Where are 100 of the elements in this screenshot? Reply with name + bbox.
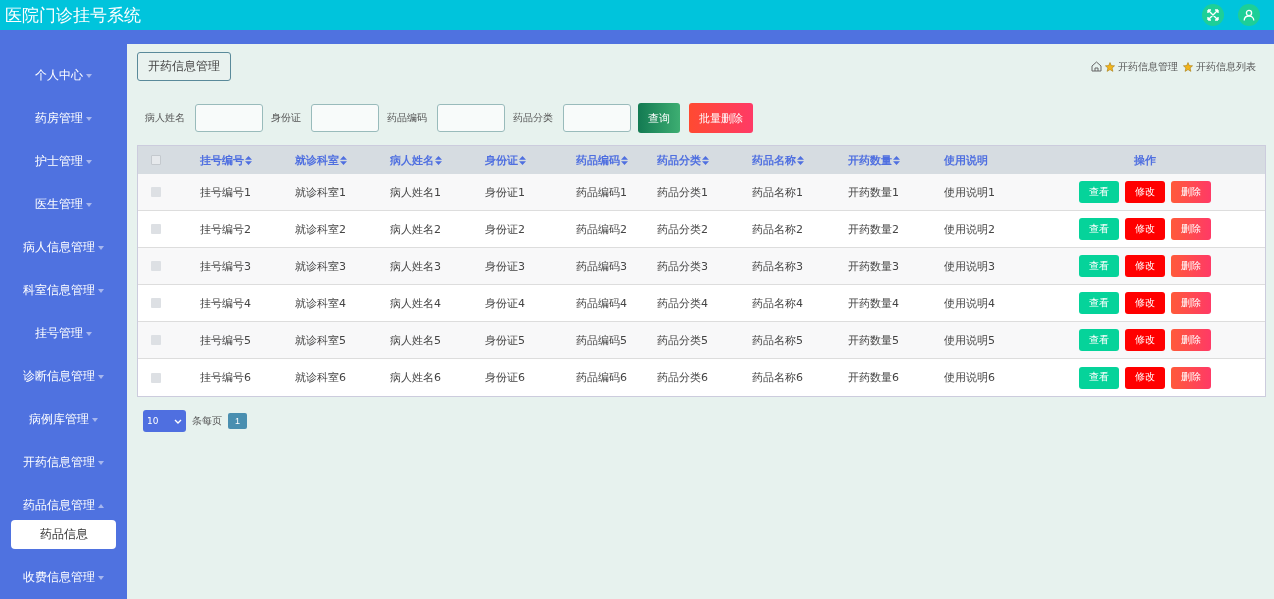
sidebar-item[interactable]: 诊断信息管理 <box>0 355 127 398</box>
input-field[interactable] <box>195 104 263 132</box>
sidebar-item[interactable]: 挂号管理 <box>0 312 127 355</box>
checkbox[interactable] <box>151 224 161 234</box>
sidebar-item[interactable]: 药房管理 <box>0 97 127 140</box>
column-header[interactable]: 开药数量 <box>848 152 892 168</box>
sort-icon[interactable] <box>797 155 804 165</box>
table-cell: 药品分类3 <box>657 258 708 274</box>
sidebar-item[interactable]: 个人中心 <box>0 54 127 97</box>
sidebar-item[interactable]: 科室信息管理 <box>0 269 127 312</box>
sidebar-item[interactable]: 开药信息管理 <box>0 441 127 484</box>
breadcrumb-link[interactable]: 开药信息列表 <box>1196 59 1256 74</box>
table-cell: 就诊科室2 <box>295 221 346 237</box>
home-icon[interactable] <box>1091 61 1102 72</box>
table-cell: 药品编码3 <box>576 258 627 274</box>
table-cell: 开药数量6 <box>848 370 899 385</box>
submenu-item[interactable]: 药品信息 <box>11 520 116 549</box>
sort-icon[interactable] <box>893 155 900 165</box>
column-header[interactable]: 病人姓名 <box>390 152 434 168</box>
sort-icon[interactable] <box>245 155 252 165</box>
input-field[interactable] <box>311 104 379 132</box>
field-label: 病人姓名 <box>145 111 185 125</box>
edit-button[interactable]: 修改 <box>1124 255 1165 277</box>
table-cell: 就诊科室3 <box>295 258 346 274</box>
column-header[interactable]: 身份证 <box>485 152 518 168</box>
sidebar-item[interactable]: 医生管理 <box>0 183 127 226</box>
table-cell: 病人姓名6 <box>390 370 441 385</box>
caret-icon <box>98 288 104 293</box>
sidebar-item[interactable]: 收费信息管理 <box>0 556 127 599</box>
table-cell: 使用说明5 <box>944 332 995 348</box>
column-header[interactable]: 药品名称 <box>752 152 796 168</box>
table-cell: 药品编码6 <box>576 370 627 385</box>
edit-button[interactable]: 修改 <box>1124 218 1165 240</box>
table-cell: 身份证1 <box>485 184 525 200</box>
page-size-select[interactable]: 10 <box>143 410 186 432</box>
user-icon[interactable] <box>1238 4 1260 26</box>
sort-icon[interactable] <box>519 155 526 165</box>
table-cell: 身份证5 <box>485 332 525 348</box>
caret-icon <box>86 331 92 336</box>
breadcrumb-link[interactable]: 开药信息管理 <box>1118 59 1178 74</box>
sidebar-item[interactable]: 病人信息管理 <box>0 226 127 269</box>
sidebar-item[interactable]: 病例库管理 <box>0 398 127 441</box>
table-cell: 药品名称2 <box>752 221 803 237</box>
column-header[interactable]: 药品分类 <box>657 152 701 168</box>
input-field[interactable] <box>437 104 505 132</box>
edit-button[interactable]: 修改 <box>1124 292 1165 314</box>
edit-button[interactable]: 修改 <box>1124 181 1165 203</box>
checkbox[interactable] <box>151 187 161 197</box>
caret-icon <box>86 202 92 207</box>
checkbox[interactable] <box>151 372 161 383</box>
sort-icon[interactable] <box>340 155 347 165</box>
checkbox[interactable] <box>151 298 161 308</box>
sort-icon[interactable] <box>702 155 709 165</box>
table-cell: 开药数量4 <box>848 295 899 311</box>
caret-icon <box>86 116 92 121</box>
delete-button[interactable]: 删除 <box>1170 366 1211 389</box>
column-header[interactable]: 就诊科室 <box>295 152 339 168</box>
table-cell: 药品名称4 <box>752 295 803 311</box>
delete-button[interactable]: 删除 <box>1170 329 1211 351</box>
page-button[interactable]: 1 <box>228 413 247 429</box>
field-label: 药品分类 <box>513 111 553 125</box>
edit-button[interactable]: 修改 <box>1124 329 1165 351</box>
table-cell: 挂号编号2 <box>200 221 251 237</box>
fullscreen-icon[interactable] <box>1202 4 1224 26</box>
table-cell: 使用说明4 <box>944 295 995 311</box>
delete-button[interactable]: 批量删除 <box>689 103 753 133</box>
table-cell: 身份证4 <box>485 295 525 311</box>
checkbox[interactable] <box>151 155 161 165</box>
caret-icon <box>98 374 104 379</box>
delete-button[interactable]: 删除 <box>1170 181 1211 203</box>
star-icon <box>1105 61 1115 72</box>
table-cell: 开药数量2 <box>848 221 899 237</box>
table-cell: 身份证2 <box>485 221 525 237</box>
checkbox[interactable] <box>151 335 161 345</box>
column-header: 操作 <box>1133 152 1156 168</box>
table-cell: 使用说明1 <box>944 184 995 200</box>
table-cell: 药品分类5 <box>657 332 708 348</box>
table-cell: 药品名称1 <box>752 184 803 200</box>
delete-button[interactable]: 删除 <box>1170 292 1211 314</box>
edit-button[interactable]: 修改 <box>1124 366 1165 389</box>
field-label: 药品编码 <box>387 111 427 125</box>
input-field[interactable] <box>563 104 631 132</box>
checkbox[interactable] <box>151 261 161 271</box>
search-button[interactable]: 查询 <box>638 103 680 133</box>
table-cell: 药品分类4 <box>657 295 708 311</box>
sort-icon[interactable] <box>621 155 628 165</box>
delete-button[interactable]: 删除 <box>1170 255 1211 277</box>
per-page-label: 条每页 <box>192 414 222 428</box>
star-icon <box>1183 61 1193 72</box>
sidebar-item[interactable]: 护士管理 <box>0 140 127 183</box>
delete-button[interactable]: 删除 <box>1170 218 1211 240</box>
caret-icon <box>86 159 92 164</box>
table-cell: 开药数量1 <box>848 184 899 200</box>
caret-icon <box>98 245 104 250</box>
table-cell: 药品分类1 <box>657 184 708 200</box>
page-tab[interactable]: 开药信息管理 <box>137 52 231 81</box>
column-header[interactable]: 药品编码 <box>576 152 620 168</box>
table-cell: 就诊科室4 <box>295 295 346 311</box>
column-header[interactable]: 挂号编号 <box>200 152 244 168</box>
sort-icon[interactable] <box>435 155 442 165</box>
